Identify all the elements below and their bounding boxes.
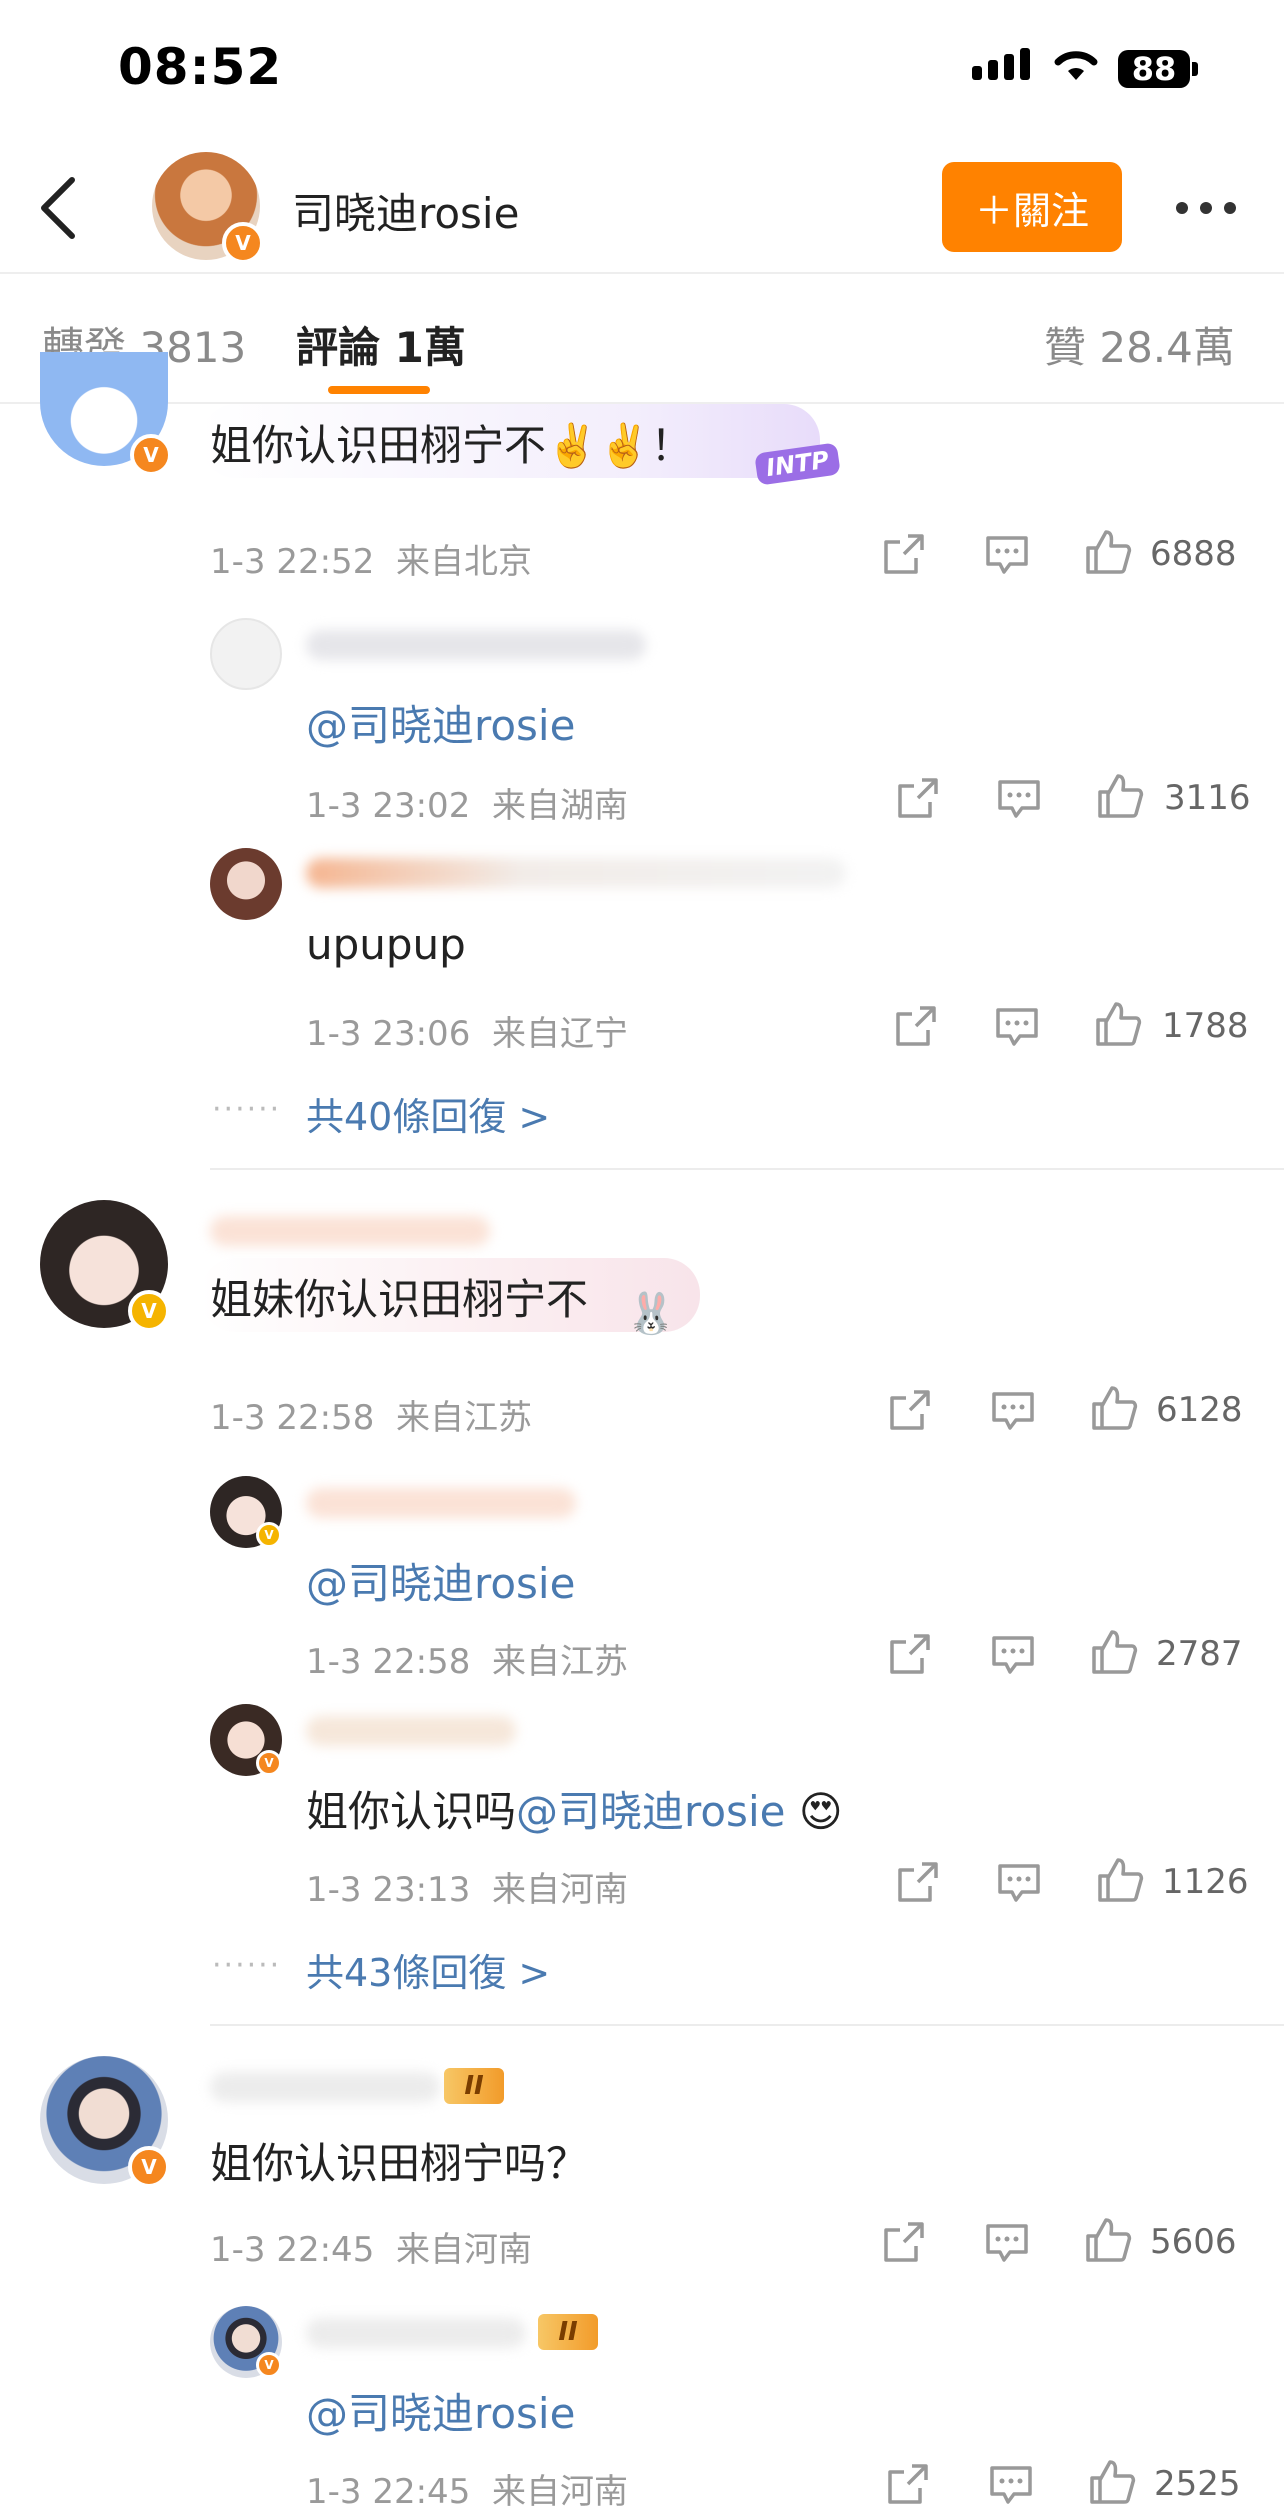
like-count: 6128 xyxy=(1156,1390,1243,1430)
share-icon[interactable] xyxy=(894,1004,938,1048)
battery-icon: 88 xyxy=(1118,50,1190,88)
reply-avatar[interactable] xyxy=(210,618,282,690)
verified-icon: V xyxy=(128,1290,170,1332)
like-icon[interactable] xyxy=(1088,2458,1136,2506)
comment-meta: 1-3 22:58 来自江苏 xyxy=(210,1398,532,1438)
comment-text: 姐你认识田栩宁不✌️✌️！ xyxy=(210,421,693,470)
like-icon[interactable] xyxy=(1084,2216,1132,2264)
reply-text[interactable]: @司晓迪rosie xyxy=(306,692,575,753)
like-count: 2787 xyxy=(1156,1634,1243,1674)
commenter-username-blurred xyxy=(210,2072,440,2102)
replies-dots: ······ xyxy=(212,1092,282,1127)
like-icon[interactable] xyxy=(1096,772,1144,820)
share-icon[interactable] xyxy=(882,2220,926,2264)
like-count: 1788 xyxy=(1162,1006,1249,1046)
like-count: 3116 xyxy=(1164,778,1251,818)
follow-button[interactable]: ＋關注 xyxy=(942,162,1122,252)
share-icon[interactable] xyxy=(896,776,940,820)
reply-username-blurred xyxy=(306,1488,576,1518)
comment-icon[interactable] xyxy=(996,778,1042,820)
like-icon[interactable] xyxy=(1090,1384,1138,1432)
reply-meta: 1-3 22:58 来自江苏 xyxy=(306,1642,628,1682)
comment-meta: 1-3 22:45 来自河南 xyxy=(210,2230,532,2270)
share-icon[interactable] xyxy=(888,1388,932,1432)
reply-meta: 1-3 23:02 来自湖南 xyxy=(306,786,628,826)
comment-icon[interactable] xyxy=(984,534,1030,576)
tab-likes[interactable]: 贊 28.4萬 xyxy=(1044,314,1235,375)
like-icon[interactable] xyxy=(1084,528,1132,576)
share-icon[interactable] xyxy=(886,2462,930,2506)
level-badge: II xyxy=(538,2314,598,2350)
more-icon[interactable] xyxy=(1176,202,1236,214)
verified-icon: V xyxy=(128,2146,170,2188)
header-divider xyxy=(0,272,1284,274)
reply-username-blurred xyxy=(306,1716,516,1746)
verified-icon: V xyxy=(256,1750,282,1776)
like-icon[interactable] xyxy=(1096,1856,1144,1904)
reply-username-blurred xyxy=(306,630,646,660)
reply-text[interactable]: @司晓迪rosie xyxy=(306,2380,575,2441)
signal-icon xyxy=(972,48,1030,80)
comment-divider xyxy=(210,1168,1284,1170)
level-badge: II xyxy=(444,2068,504,2104)
reply-meta: 1-3 22:45 来自河南 xyxy=(306,2472,628,2512)
share-icon[interactable] xyxy=(888,1632,932,1676)
like-count: 6888 xyxy=(1150,534,1237,574)
comment-icon[interactable] xyxy=(990,1390,1036,1432)
comment-text: 姐妹你认识田栩宁不 xyxy=(210,1275,589,1324)
reply-avatar[interactable] xyxy=(210,848,282,920)
status-time: 08:52 xyxy=(118,38,283,96)
comment-icon[interactable] xyxy=(990,1634,1036,1676)
more-replies-link[interactable]: 共40條回復 > xyxy=(306,1086,550,1141)
reply-meta: 1-3 23:06 来自辽宁 xyxy=(306,1014,628,1054)
reply-username-blurred xyxy=(306,2318,526,2348)
more-replies-link[interactable]: 共43條回復 > xyxy=(306,1942,550,1997)
like-icon[interactable] xyxy=(1090,1628,1138,1676)
verified-icon: V xyxy=(256,2352,282,2378)
comment-icon[interactable] xyxy=(988,2464,1034,2506)
battery-tip xyxy=(1192,62,1198,76)
header-username[interactable]: 司晓迪rosie xyxy=(292,180,519,241)
share-icon[interactable] xyxy=(896,1860,940,1904)
like-count: 5606 xyxy=(1150,2222,1237,2262)
verified-icon: V xyxy=(222,222,264,264)
bunny-sticker-icon: 🐰 xyxy=(626,1291,676,1337)
comment-icon[interactable] xyxy=(984,2222,1030,2264)
verified-icon: V xyxy=(130,434,172,476)
comment-divider xyxy=(210,2024,1284,2026)
reply-text: 姐你认识吗@司晓迪rosie 😍 xyxy=(306,1787,843,1836)
like-count: 1126 xyxy=(1162,1862,1249,1902)
tab-active-indicator xyxy=(328,386,430,394)
like-icon[interactable] xyxy=(1094,1000,1142,1048)
reply-text[interactable]: @司晓迪rosie xyxy=(306,1550,575,1611)
tab-comments[interactable]: 評論 1萬 xyxy=(296,314,466,375)
reply-text: upupup xyxy=(306,920,466,969)
share-icon[interactable] xyxy=(882,532,926,576)
replies-dots: ······ xyxy=(212,1948,282,1983)
back-icon[interactable] xyxy=(28,172,88,244)
like-count: 2525 xyxy=(1154,2464,1241,2504)
reply-meta: 1-3 23:13 来自河南 xyxy=(306,1870,628,1910)
commenter-username-blurred xyxy=(210,1216,490,1246)
wifi-icon xyxy=(1054,51,1098,80)
comment-text: 姐你认识田栩宁吗？ xyxy=(210,2139,589,2188)
comment-meta: 1-3 22:52 来自北京 xyxy=(210,542,532,582)
comment-icon[interactable] xyxy=(994,1006,1040,1048)
comment-icon[interactable] xyxy=(996,1862,1042,1904)
reply-username-blurred xyxy=(306,858,846,888)
verified-icon: V xyxy=(256,1522,282,1548)
